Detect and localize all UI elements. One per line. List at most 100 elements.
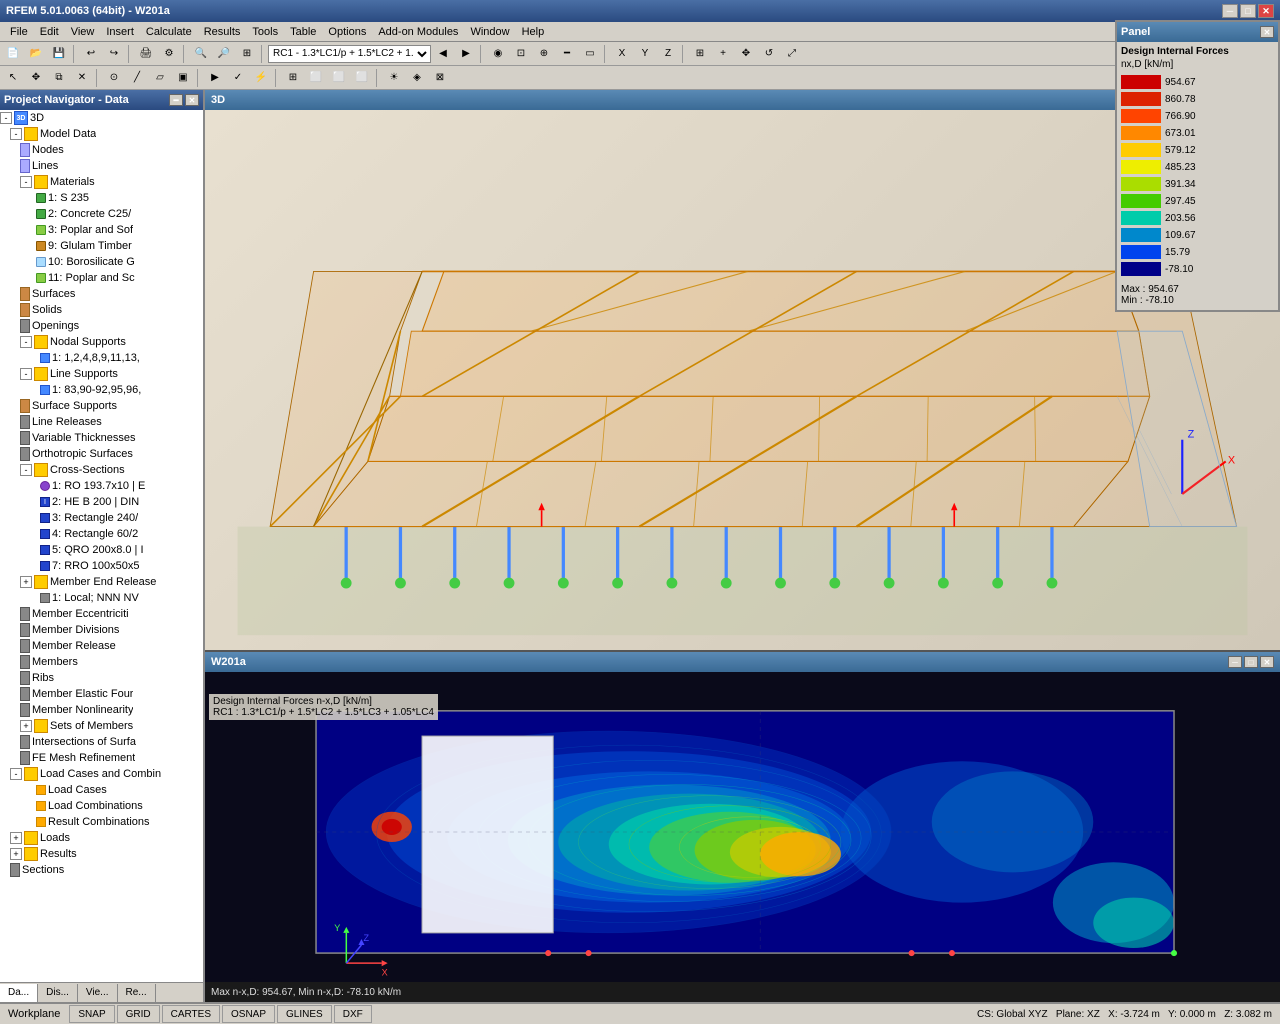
tb2-iso[interactable]: ⊞ [282, 68, 304, 88]
tb-z[interactable]: Z [657, 44, 679, 64]
tb2-top[interactable]: ⬜ [351, 68, 373, 88]
tree-members[interactable]: Members [0, 654, 203, 670]
tb2-solid[interactable]: ▣ [172, 68, 194, 88]
tree-mat-2[interactable]: 2: Concrete C25/ [0, 206, 203, 222]
tb2-mat[interactable]: ◈ [406, 68, 428, 88]
expand-mer[interactable]: + [20, 576, 32, 588]
nav-tab-data[interactable]: Da... [0, 984, 38, 1002]
tree-cross-sections[interactable]: - Cross-Sections [0, 462, 203, 478]
panel-close[interactable]: ✕ [1260, 26, 1274, 38]
tree-sections[interactable]: Sections [0, 862, 203, 878]
expand-lcc[interactable]: - [10, 768, 22, 780]
tree-mer-1[interactable]: 1: Local; NNN NV [0, 590, 203, 606]
tb-undo[interactable]: ↩ [80, 44, 102, 64]
tb-node[interactable]: ⊕ [533, 44, 555, 64]
tree-cs-3[interactable]: 3: Rectangle 240/ [0, 510, 203, 526]
nav-tab-display[interactable]: Dis... [38, 984, 78, 1002]
minimize-button[interactable]: ─ [1222, 4, 1238, 18]
menu-calculate[interactable]: Calculate [140, 24, 198, 40]
tb-new[interactable]: 📄 [2, 44, 24, 64]
tree-load-combos[interactable]: Load Combinations [0, 798, 203, 814]
tb-zoom-all[interactable]: ⊞ [236, 44, 258, 64]
tb-save[interactable]: 💾 [48, 44, 70, 64]
tree-member-ecc[interactable]: Member Eccentriciti [0, 606, 203, 622]
tb2-node[interactable]: ⊙ [103, 68, 125, 88]
menu-edit[interactable]: Edit [34, 24, 65, 40]
osnap-btn[interactable]: OSNAP [222, 1005, 275, 1023]
menu-view[interactable]: View [65, 24, 101, 40]
tb2-calc[interactable]: ▶ [204, 68, 226, 88]
expand-cs[interactable]: - [20, 464, 32, 476]
expand-3d[interactable]: - [0, 112, 12, 124]
menu-insert[interactable]: Insert [100, 24, 140, 40]
expand-model-data[interactable]: - [10, 128, 22, 140]
tree-intersections[interactable]: Intersections of Surfa [0, 734, 203, 750]
tree-member-div[interactable]: Member Divisions [0, 622, 203, 638]
tb2-surf[interactable]: ▱ [149, 68, 171, 88]
tb-zoom-out[interactable]: 🔎 [213, 44, 235, 64]
tree-member-release[interactable]: Member Release [0, 638, 203, 654]
tree-fe-mesh[interactable]: FE Mesh Refinement [0, 750, 203, 766]
dxf-btn[interactable]: DXF [334, 1005, 372, 1023]
expand-loads[interactable]: + [10, 832, 22, 844]
load-combo-select[interactable]: RC1 - 1.3*LC1/p + 1.5*LC2 + 1. [268, 45, 431, 63]
tb-y[interactable]: Y [634, 44, 656, 64]
tree-loads[interactable]: + Loads [0, 830, 203, 846]
tb-render[interactable]: ◉ [487, 44, 509, 64]
tree-mat-11[interactable]: 11: Poplar and Sc [0, 270, 203, 286]
tree-line-supports[interactable]: - Line Supports [0, 366, 203, 382]
tb2-tex[interactable]: ⊠ [429, 68, 451, 88]
tree-mat-9[interactable]: 9: Glulam Timber [0, 238, 203, 254]
expand-materials[interactable]: - [20, 176, 32, 188]
tb-x[interactable]: X [611, 44, 633, 64]
tree-ribs[interactable]: Ribs [0, 670, 203, 686]
nav-tab-results[interactable]: Re... [118, 984, 156, 1002]
menu-window[interactable]: Window [464, 24, 515, 40]
tb-zoom-in[interactable]: 🔍 [190, 44, 212, 64]
cartes-btn[interactable]: CARTES [162, 1005, 220, 1023]
tree-line-releases[interactable]: Line Releases [0, 414, 203, 430]
tb2-del[interactable]: ✕ [71, 68, 93, 88]
tree-result-combos[interactable]: Result Combinations [0, 814, 203, 830]
v2d-min[interactable]: ─ [1228, 656, 1242, 668]
tree-nodal-supports[interactable]: - Nodal Supports [0, 334, 203, 350]
nav-tab-view[interactable]: Vie... [78, 984, 118, 1002]
tree-cs-1[interactable]: 1: RO 193.7x10 | E [0, 478, 203, 494]
tb-wire[interactable]: ⊡ [510, 44, 532, 64]
expand-sets[interactable]: + [20, 720, 32, 732]
tree-results[interactable]: + Results [0, 846, 203, 862]
tb2-front[interactable]: ⬜ [305, 68, 327, 88]
tree-sets-members[interactable]: + Sets of Members [0, 718, 203, 734]
tb-props[interactable]: ⚙ [158, 44, 180, 64]
expand-line-sup[interactable]: - [20, 368, 32, 380]
menu-table[interactable]: Table [284, 24, 322, 40]
menu-options[interactable]: Options [322, 24, 372, 40]
v2d-close[interactable]: ✕ [1260, 656, 1274, 668]
tree-mat-1[interactable]: 1: S 235 [0, 190, 203, 206]
tree-var-thick[interactable]: Variable Thicknesses [0, 430, 203, 446]
tree-surfaces[interactable]: Surfaces [0, 286, 203, 302]
tb2-move2[interactable]: ✥ [25, 68, 47, 88]
menu-addon[interactable]: Add-on Modules [372, 24, 464, 40]
tb-rotate[interactable]: ↺ [758, 44, 780, 64]
tb-redo[interactable]: ↪ [103, 44, 125, 64]
nav-pin-button[interactable]: ━ [169, 94, 183, 106]
menu-results[interactable]: Results [198, 24, 247, 40]
tb-open[interactable]: 📂 [25, 44, 47, 64]
tree-item-3d[interactable]: - 3D 3D [0, 110, 203, 126]
tb-guide[interactable]: + [712, 44, 734, 64]
tb-line[interactable]: ━ [556, 44, 578, 64]
tree-materials[interactable]: - Materials [0, 174, 203, 190]
tb-surf[interactable]: ▭ [579, 44, 601, 64]
tb2-check[interactable]: ✓ [227, 68, 249, 88]
tb2-run[interactable]: ⚡ [250, 68, 272, 88]
tb2-line[interactable]: ╱ [126, 68, 148, 88]
nav-close-button[interactable]: ✕ [185, 94, 199, 106]
tb2-side[interactable]: ⬜ [328, 68, 350, 88]
tb2-copy[interactable]: ⧉ [48, 68, 70, 88]
tree-openings[interactable]: Openings [0, 318, 203, 334]
tree-load-cases-combo[interactable]: - Load Cases and Combin [0, 766, 203, 782]
tree-cs-4[interactable]: 4: Rectangle 60/2 [0, 526, 203, 542]
tb-next[interactable]: ▶ [455, 44, 477, 64]
tb2-light[interactable]: ☀ [383, 68, 405, 88]
